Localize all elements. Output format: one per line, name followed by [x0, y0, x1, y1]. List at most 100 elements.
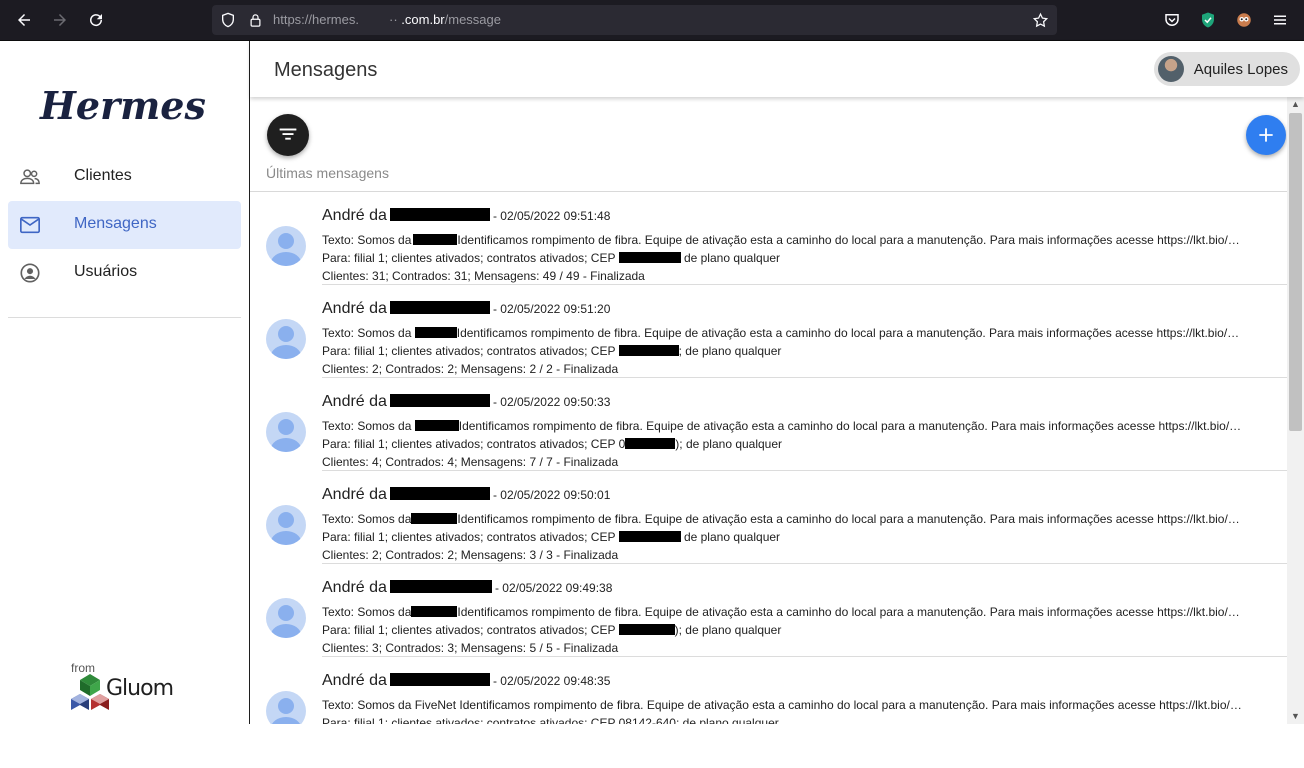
sidebar-item-label: Clientes — [74, 167, 132, 184]
sidebar-item-mensagens[interactable]: Mensagens — [8, 201, 241, 249]
hermes-logo[interactable]: Hermes — [40, 83, 206, 128]
message-stats: Clientes: 31; Contrados: 31; Mensagens: … — [322, 269, 645, 283]
sidebar-divider — [8, 317, 241, 318]
message-stats: Clientes: 2; Contrados: 2; Mensagens: 3 … — [322, 548, 619, 562]
url-prefix: https://hermes. — [273, 12, 359, 27]
mail-icon — [20, 216, 40, 234]
list-item[interactable]: André da - 02/05/2022 09:51:20 Texto: Som… — [250, 285, 1287, 378]
message-text: Texto: Somos da Identificamos rompimento… — [322, 326, 1240, 340]
sidebar-item-usuarios[interactable]: Usuários — [8, 249, 241, 297]
sender-name: André da — [322, 393, 387, 410]
message-list: André da - 02/05/2022 09:51:48 Texto: Som… — [250, 192, 1287, 724]
message-text: Texto: Somos da Identificamos rompimento… — [322, 419, 1242, 433]
user-chip[interactable]: Aquiles Lopes — [1153, 52, 1300, 86]
back-button[interactable] — [11, 8, 37, 32]
message-recipients: Para: filial 1; clientes ativados; contr… — [322, 623, 782, 637]
from-label: from — [71, 661, 95, 675]
bookmark-star-icon[interactable] — [1031, 11, 1049, 29]
filter-icon — [279, 128, 297, 140]
gluom-brand: Gluom — [106, 676, 174, 701]
arrow-left-icon — [18, 14, 30, 26]
message-recipients: Para: filial 1; clientes ativados; contr… — [322, 251, 781, 265]
message-date: - 02/05/2022 09:48:35 — [492, 674, 611, 688]
sender-name: André da — [322, 672, 387, 689]
pocket-button[interactable] — [1159, 8, 1185, 32]
redacted-block — [389, 301, 490, 314]
reload-button[interactable] — [83, 8, 109, 32]
redacted-block — [389, 487, 490, 500]
app-bar: Mensagens Aquiles Lopes — [250, 41, 1304, 97]
url-text[interactable]: https://hermes. ·· .com.br/message — [273, 12, 501, 27]
scrollbar-thumb[interactable] — [1289, 113, 1302, 431]
message-recipients: Para: filial 1; clientes ativados; contr… — [322, 437, 783, 451]
lock-icon[interactable] — [246, 11, 264, 29]
scroll-up-icon[interactable]: ▲ — [1290, 99, 1301, 110]
list-item[interactable]: André da - 02/05/2022 09:50:01 Texto: Som… — [250, 471, 1287, 564]
owl-icon — [1237, 13, 1251, 27]
user-avatar-icon — [266, 319, 306, 359]
list-item[interactable]: André da - 02/05/2022 09:48:35 Texto: Som… — [250, 657, 1287, 724]
sidebar-item-clientes[interactable]: Clientes — [8, 153, 241, 201]
user-avatar-icon — [266, 505, 306, 545]
account-circle-icon — [20, 263, 40, 283]
scroll-down-icon[interactable]: ▼ — [1290, 711, 1301, 722]
pocket-icon — [1165, 14, 1179, 26]
browser-toolbar: https://hermes. ·· .com.br/message — [0, 0, 1304, 41]
scrollbar[interactable]: ▲ ▼ — [1287, 97, 1304, 724]
message-date: - 02/05/2022 09:51:20 — [492, 302, 611, 316]
extension-owl-button[interactable] — [1231, 8, 1257, 32]
gluom-cube-icon — [71, 674, 109, 710]
redacted-block — [389, 394, 490, 407]
message-text: Texto: Somos da Identificamos rompimento … — [322, 512, 1240, 526]
sidebar-item-label: Mensagens — [74, 215, 157, 232]
url-domain: .com.br — [401, 12, 445, 27]
forward-button[interactable] — [47, 8, 73, 32]
message-stats: Clientes: 4; Contrados: 4; Mensagens: 7 … — [322, 455, 619, 469]
people-icon — [20, 169, 40, 185]
user-name: Aquiles Lopes — [1193, 60, 1288, 78]
message-text: Texto: Somos da FiveNet Identificamos ro… — [322, 698, 1242, 712]
user-avatar-icon — [266, 226, 306, 266]
arrow-right-icon — [54, 14, 66, 26]
sender-name: André da — [322, 207, 387, 224]
url-path: /message — [444, 12, 501, 27]
message-date: - 02/05/2022 09:50:01 — [492, 488, 611, 502]
green-shield-icon — [1202, 12, 1214, 28]
shield-icon[interactable] — [219, 11, 237, 29]
message-recipients: Para: filial 1; clientes ativados; contr… — [322, 530, 781, 544]
sender-name: André da — [322, 486, 387, 503]
sender-name: André da — [322, 579, 387, 596]
message-date: - 02/05/2022 09:51:48 — [492, 209, 611, 223]
avatar — [1157, 56, 1184, 82]
list-item[interactable]: André da - 02/05/2022 09:51:48 Texto: Som… — [250, 192, 1287, 285]
redacted-block — [389, 208, 490, 221]
message-recipients: Para: filial 1; clientes ativados; contr… — [322, 344, 782, 358]
sender-name: André da — [322, 300, 387, 317]
content: Últimas mensagens André da - 02/05/2022 0… — [250, 97, 1287, 724]
message-date: - 02/05/2022 09:50:33 — [492, 395, 611, 409]
gluom-logo: Gluom — [70, 674, 174, 718]
section-label: Últimas mensagens — [266, 165, 389, 181]
menu-button[interactable] — [1267, 8, 1293, 32]
list-item[interactable]: André da - 02/05/2022 09:50:33 Texto: Som… — [250, 378, 1287, 471]
list-item[interactable]: André da - 02/05/2022 09:49:38 Texto: Som… — [250, 564, 1287, 657]
window-bottom-edge — [0, 724, 1304, 768]
hamburger-menu-icon — [1274, 15, 1286, 25]
message-text: Texto: Somos da Identificamos rompimento … — [322, 605, 1240, 619]
redacted-block — [389, 580, 492, 593]
message-date: - 02/05/2022 09:49:38 — [494, 581, 613, 595]
filter-button[interactable] — [267, 114, 309, 156]
url-bar[interactable]: https://hermes. ·· .com.br/message — [212, 5, 1057, 35]
message-recipients: Para: filial 1; clientes ativados; contr… — [322, 716, 779, 724]
user-avatar-icon — [266, 691, 306, 724]
extension-shield-button[interactable] — [1195, 8, 1221, 32]
reload-icon — [90, 14, 103, 27]
user-avatar-icon — [266, 412, 306, 452]
plus-icon — [1259, 128, 1273, 142]
message-stats: Clientes: 3; Contrados: 3; Mensagens: 5 … — [322, 641, 619, 655]
message-text: Texto: Somos da Identificamos rompimento … — [322, 233, 1240, 247]
sidebar: Hermes Clientes Mensagens Usuários from … — [0, 41, 250, 724]
add-message-button[interactable] — [1246, 115, 1286, 155]
message-stats: Clientes: 2; Contrados: 2; Mensagens: 2 … — [322, 362, 619, 376]
main-area: Mensagens Aquiles Lopes Últimas mensagen… — [250, 41, 1304, 724]
